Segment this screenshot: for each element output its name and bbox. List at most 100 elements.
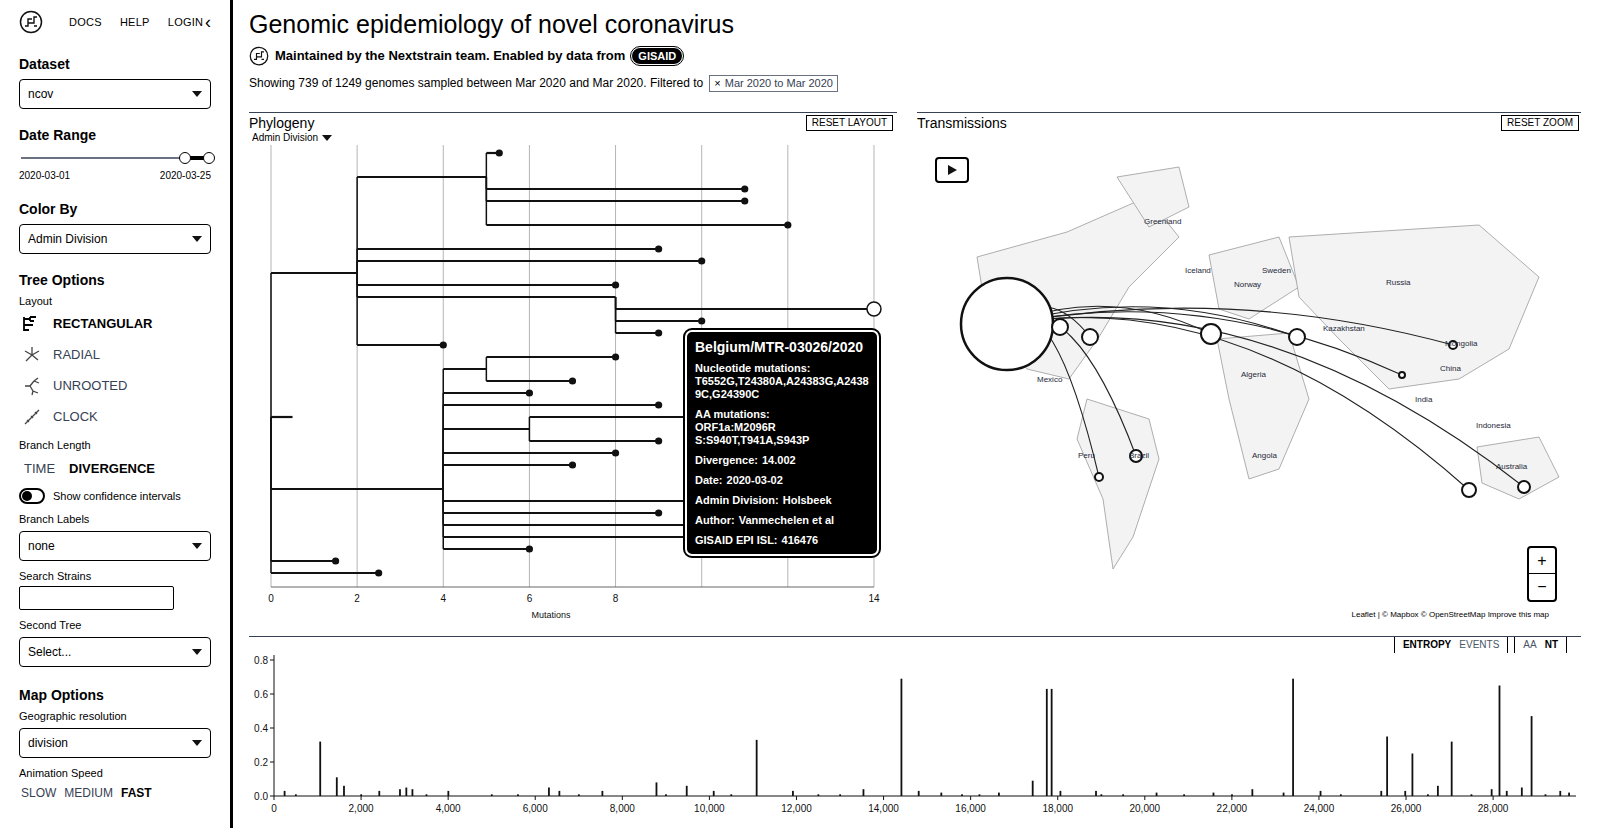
entropy-bar[interactable] — [863, 789, 865, 796]
entropy-bar[interactable] — [1471, 794, 1473, 796]
entropy-tab[interactable]: EVENTS — [1459, 637, 1499, 653]
tip-node[interactable] — [526, 545, 533, 552]
entropy-bar[interactable] — [792, 791, 794, 796]
tip-node[interactable] — [698, 317, 705, 324]
entropy-bar[interactable] — [1095, 791, 1097, 796]
entropy-bar[interactable] — [548, 788, 550, 797]
nav-link[interactable]: DOCS — [69, 14, 102, 31]
entropy-bar[interactable] — [1380, 791, 1382, 796]
tip-node[interactable] — [569, 377, 576, 384]
branch-length-option[interactable]: TIME — [24, 460, 55, 478]
entropy-bar[interactable] — [405, 788, 407, 797]
entropy-bar[interactable] — [360, 794, 362, 796]
entropy-bar[interactable] — [839, 794, 841, 796]
entropy-bar[interactable] — [1156, 793, 1158, 796]
tip-node[interactable] — [440, 341, 447, 348]
slider-handle-start[interactable] — [179, 152, 191, 164]
entropy-bar[interactable] — [1213, 793, 1215, 796]
tip-node[interactable] — [375, 569, 382, 576]
entropy-bar[interactable] — [517, 794, 519, 796]
nav-link[interactable]: HELP — [120, 14, 150, 31]
color-menu[interactable]: Admin Division — [252, 131, 332, 144]
entropy-bar[interactable] — [447, 791, 449, 796]
tip-node[interactable] — [569, 461, 576, 468]
entropy-bar[interactable] — [1292, 679, 1294, 796]
animation-speed-option[interactable]: SLOW — [21, 784, 56, 802]
tip-node[interactable] — [526, 389, 533, 396]
entropy-bar[interactable] — [1531, 716, 1533, 796]
entropy-bar[interactable] — [578, 794, 580, 796]
entropy-bar[interactable] — [998, 793, 1000, 796]
tip-node[interactable] — [612, 281, 619, 288]
date-range-slider[interactable] — [21, 151, 209, 165]
entropy-bar[interactable] — [295, 794, 297, 796]
entropy-bar[interactable] — [901, 679, 903, 796]
entropy-bar[interactable] — [1283, 793, 1285, 796]
search-strains-input[interactable] — [19, 586, 174, 610]
entropy-bar[interactable] — [1521, 788, 1523, 797]
branch-length-option[interactable]: DIVERGENCE — [69, 460, 155, 478]
entropy-bar[interactable] — [1491, 789, 1493, 796]
entropy-bar[interactable] — [1404, 791, 1406, 796]
animation-speed-option[interactable]: FAST — [121, 784, 152, 802]
entropy-bar[interactable] — [1568, 793, 1570, 796]
second-tree-select[interactable]: Select... — [19, 637, 211, 667]
entropy-bar[interactable] — [426, 794, 428, 796]
tip-node[interactable] — [741, 197, 748, 204]
animation-speed-option[interactable]: MEDIUM — [64, 784, 113, 802]
reset-zoom-button[interactable]: RESET ZOOM — [1501, 115, 1579, 131]
entropy-bar[interactable] — [656, 782, 658, 796]
entropy-bar[interactable] — [491, 794, 493, 796]
entropy-bar[interactable] — [918, 791, 920, 796]
geo-resolution-select[interactable]: division — [19, 728, 211, 758]
entropy-bar[interactable] — [1386, 737, 1388, 797]
branch-labels-select[interactable]: none — [19, 531, 211, 561]
entropy-mode[interactable]: AA — [1523, 637, 1536, 653]
entropy-bar[interactable] — [336, 777, 338, 796]
layout-option[interactable]: UNROOTED — [19, 370, 211, 401]
entropy-bar[interactable] — [979, 794, 981, 796]
entropy-bar[interactable] — [1100, 794, 1102, 796]
entropy-bar[interactable] — [284, 791, 286, 796]
entropy-bar[interactable] — [1451, 742, 1453, 796]
entropy-bar[interactable] — [817, 794, 819, 796]
entropy-bar[interactable] — [1320, 791, 1322, 796]
entropy-bar[interactable] — [343, 786, 345, 796]
entropy-bar[interactable] — [1427, 794, 1429, 796]
entropy-bar[interactable] — [1183, 794, 1185, 796]
entropy-bar[interactable] — [665, 794, 667, 796]
entropy-bar[interactable] — [1032, 781, 1034, 796]
tip-node[interactable] — [612, 353, 619, 360]
tip-node[interactable] — [332, 557, 339, 564]
entropy-bar[interactable] — [399, 789, 401, 796]
layout-option[interactable]: RADIAL — [19, 339, 211, 370]
tip-node[interactable] — [698, 257, 705, 264]
tip-node[interactable] — [655, 245, 662, 252]
nav-link[interactable]: LOGIN — [168, 14, 204, 31]
confidence-toggle[interactable] — [19, 488, 45, 504]
entropy-bar[interactable] — [1340, 794, 1342, 796]
entropy-bar[interactable] — [319, 742, 321, 796]
map-play-button[interactable] — [935, 157, 969, 183]
entropy-bar[interactable] — [961, 794, 963, 796]
zoom-in-button[interactable]: + — [1529, 548, 1555, 574]
tip-node[interactable] — [655, 437, 662, 444]
entropy-bar[interactable] — [686, 786, 688, 796]
tip-node[interactable] — [612, 449, 619, 456]
entropy-bar[interactable] — [1545, 794, 1547, 796]
entropy-tab[interactable]: ENTROPY — [1403, 637, 1451, 653]
layout-option[interactable]: CLOCK — [19, 401, 211, 432]
tip-node[interactable] — [655, 509, 662, 516]
entropy-bar[interactable] — [756, 740, 758, 796]
slider-handle-end[interactable] — [203, 152, 215, 164]
entropy-bar[interactable] — [1251, 789, 1253, 796]
entropy-mode[interactable]: NT — [1545, 637, 1558, 653]
color-by-select[interactable]: Admin Division — [19, 224, 211, 254]
tip-node[interactable] — [784, 221, 791, 228]
entropy-bar[interactable] — [1051, 689, 1053, 796]
entropy-bar[interactable] — [1122, 794, 1124, 796]
collapse-sidebar-button[interactable]: ‹ — [205, 13, 211, 31]
tip-node[interactable] — [496, 149, 503, 156]
tip-node[interactable] — [655, 329, 662, 336]
map-canvas[interactable]: GreenlandIcelandNorwaySwedenRussiaKazakh… — [917, 137, 1581, 623]
